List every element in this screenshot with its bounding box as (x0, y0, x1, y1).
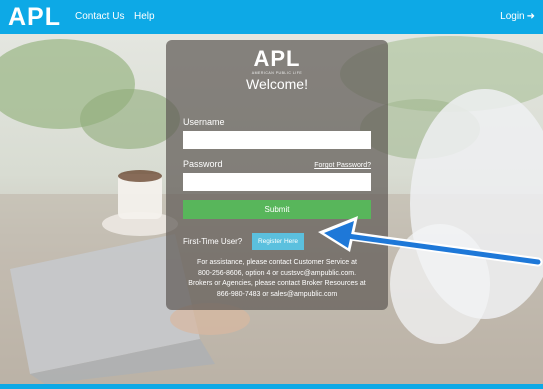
forgot-password-link[interactable]: Forgot Password? (314, 161, 371, 170)
assistance-text: For assistance, please contact Customer … (176, 258, 378, 300)
username-label: Username (183, 117, 225, 127)
password-input[interactable] (183, 173, 371, 191)
assistance-line: 800-256-8606, option 4 or custsvc@ampubl… (197, 269, 357, 277)
assistance-line: Brokers or Agencies, please contact Brok… (188, 280, 366, 287)
submit-button[interactable]: Submit (183, 200, 371, 219)
contact-us-link[interactable]: Contact Us (75, 11, 124, 23)
bottom-bar (0, 384, 543, 389)
help-link[interactable]: Help (134, 11, 155, 23)
welcome-heading: Welcome! (246, 76, 308, 92)
panel-logo-subtitle: AMERICAN PUBLIC LIFE (251, 71, 303, 75)
assistance-line: For assistance, please contact Customer … (197, 259, 357, 266)
sign-in-icon: ➜ (526, 11, 535, 22)
first-time-user-label: First-Time User? (183, 237, 243, 246)
panel-logo: APL (253, 46, 301, 71)
login-label: Login (500, 11, 525, 22)
username-input[interactable] (183, 131, 371, 149)
password-label: Password (183, 159, 223, 169)
assistance-line: 866-980-7483 or sales@ampublic.com (216, 290, 338, 298)
top-navigation-bar: APL Contact Us Help Login ➜ (0, 0, 543, 34)
apl-logo[interactable]: APL (8, 4, 61, 30)
register-here-button[interactable]: Register Here (252, 233, 304, 250)
login-panel: APL AMERICAN PUBLIC LIFE Welcome! Userna… (166, 40, 388, 310)
login-link[interactable]: Login ➜ (500, 11, 535, 23)
